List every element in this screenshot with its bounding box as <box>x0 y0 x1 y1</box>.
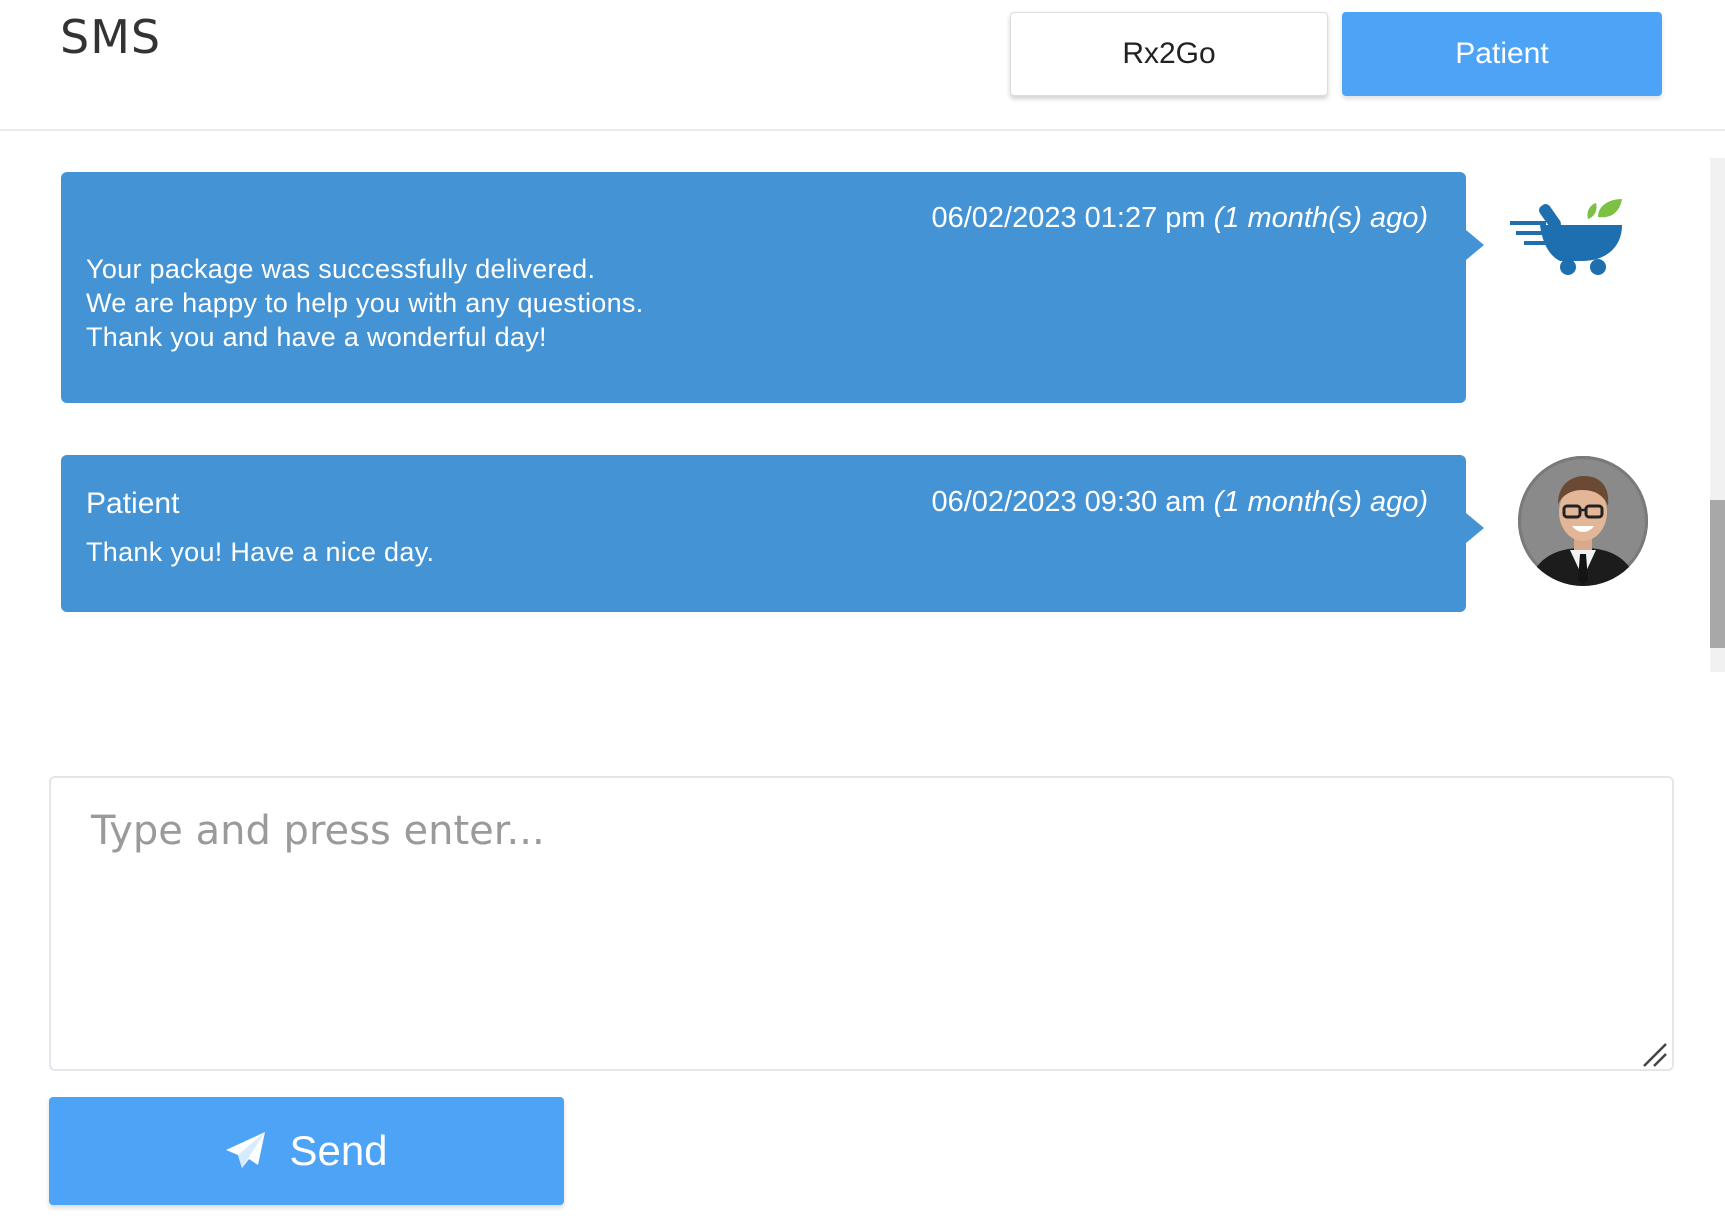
bubble-arrow <box>1466 513 1484 543</box>
message-timestamp: 06/02/2023 09:30 am (1 month(s) ago) <box>931 486 1428 519</box>
patient-avatar <box>1518 456 1648 586</box>
message-bubble: Patient 06/02/2023 09:30 am (1 month(s) … <box>61 455 1484 612</box>
tab-rx2go[interactable]: Rx2Go <box>1010 12 1328 96</box>
send-button[interactable]: Send <box>49 1097 564 1205</box>
timestamp-relative: (1 month(s) ago) <box>1213 202 1428 234</box>
message-input[interactable] <box>49 776 1674 1071</box>
message-sender: Patient <box>86 487 180 520</box>
message-timestamp: 06/02/2023 01:27 pm (1 month(s) ago) <box>931 202 1428 235</box>
scrollbar-thumb[interactable] <box>1710 500 1725 648</box>
page-title: SMS <box>60 10 162 64</box>
timestamp-relative: (1 month(s) ago) <box>1213 486 1428 518</box>
timestamp-date: 06/02/2023 01:27 pm <box>931 202 1206 234</box>
message-body: Your package was successfully delivered.… <box>86 254 644 352</box>
pharmacy-logo-icon <box>1510 195 1630 285</box>
paper-plane-icon <box>225 1131 267 1171</box>
header: SMS Rx2Go Patient <box>0 0 1725 131</box>
send-button-label: Send <box>289 1127 388 1174</box>
bubble-arrow <box>1466 230 1484 260</box>
message-body: Thank you! Have a nice day. <box>86 537 435 567</box>
message-bubble: 06/02/2023 01:27 pm (1 month(s) ago) You… <box>61 172 1484 403</box>
timestamp-date: 06/02/2023 09:30 am <box>931 486 1206 518</box>
resize-handle-icon[interactable] <box>1640 1040 1668 1068</box>
tab-patient[interactable]: Patient <box>1342 12 1662 96</box>
